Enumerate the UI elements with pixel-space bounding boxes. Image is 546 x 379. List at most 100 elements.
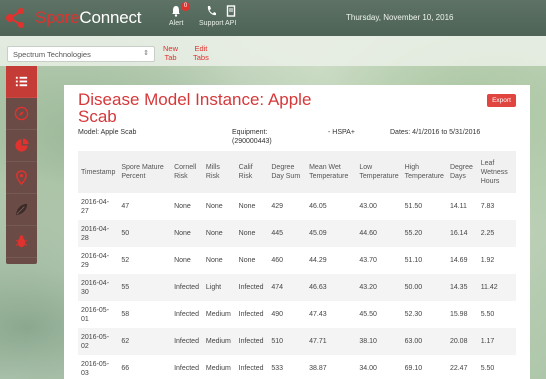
export-button[interactable]: Export	[487, 94, 516, 107]
table-cell: 7.83	[480, 203, 495, 210]
main-panel: Disease Model Instance: Apple Scab Expor…	[64, 85, 530, 379]
table-cell: 14.11	[449, 203, 467, 210]
column-header[interactable]: Spore Mature Percent	[118, 151, 171, 193]
table-cell: None	[238, 230, 256, 237]
table-cell: 46.05	[309, 203, 327, 210]
table-cell: None	[205, 203, 223, 210]
document-icon	[226, 5, 235, 17]
column-header[interactable]: Degree Day Sum	[268, 151, 306, 193]
equipment-id: (290000443)	[232, 138, 272, 145]
table-header-row: Timestamp Spore Mature Percent Cornell R…	[78, 151, 516, 193]
table-cell: 69.10	[404, 365, 423, 372]
leaf-icon	[15, 203, 28, 216]
table-row[interactable]: 2016-04-29 52 None None None 460 44.29 43.70 51.…	[78, 247, 516, 274]
select-caret-icon: ⇕	[143, 50, 149, 57]
sidebar-item-map[interactable]	[6, 162, 37, 194]
table-cell: 490	[271, 311, 284, 318]
table-cell: 52	[121, 257, 130, 264]
table-cell: 43.00	[359, 203, 377, 210]
nav-support-label: Support	[199, 20, 224, 27]
table-cell: 47.43	[309, 311, 327, 318]
table-cell: 50	[121, 230, 130, 237]
table-cell: 58	[121, 311, 130, 318]
table-cell: Medium	[205, 338, 231, 345]
brand-name[interactable]: SporeConnect	[35, 8, 141, 28]
edit-tabs-line2: Tabs	[193, 53, 209, 62]
table-cell: 16.14	[449, 230, 468, 237]
table-row[interactable]: 2016-04-30 55 Infected Light Infected 474 46.6…	[78, 274, 516, 301]
sidebar-item-leaf[interactable]	[6, 194, 37, 226]
table-cell: 62	[121, 338, 130, 345]
table-cell: 63.00	[404, 338, 423, 345]
table-row[interactable]: 2016-05-01 58 Infected Medium Infected 490 47.…	[78, 301, 516, 328]
table-cell: 55.20	[404, 230, 423, 237]
table-cell: 45.50	[359, 311, 377, 318]
table-cell: 2016-05-02	[81, 333, 110, 350]
current-date: Thursday, November 10, 2016	[346, 13, 454, 22]
compass-icon	[14, 106, 29, 121]
new-tab-link[interactable]: New Tab	[163, 44, 178, 62]
table-row[interactable]: 2016-04-28 50 None None None 445 45.09 44.60 55.…	[78, 220, 516, 247]
alert-badge: 0	[181, 2, 190, 11]
left-sidebar	[6, 66, 37, 264]
table-cell: 51.10	[404, 257, 423, 264]
sidebar-item-list[interactable]	[6, 66, 37, 98]
column-header[interactable]: High Temperature	[402, 151, 447, 193]
table-cell: 43.20	[359, 284, 377, 291]
equipment-title: Equipment:	[232, 129, 268, 136]
table-cell: 38.10	[359, 338, 377, 345]
sidebar-item-bug[interactable]	[6, 226, 37, 258]
page-title: Disease Model Instance: Apple Scab	[78, 90, 312, 126]
bug-icon	[15, 235, 28, 248]
column-header[interactable]: Leaf Wetness Hours	[478, 151, 516, 193]
table-cell: 11.42	[480, 284, 498, 291]
table-row[interactable]: 2016-04-27 47 None None None 429 46.05 43.00 51.…	[78, 193, 516, 220]
map-pin-icon	[16, 170, 27, 185]
table-cell: Infected	[174, 365, 199, 372]
nav-alert[interactable]: 0 Alert	[169, 2, 190, 27]
table-cell: None	[205, 257, 223, 264]
column-header[interactable]: Calif Risk	[236, 151, 269, 193]
table-cell: 2.25	[480, 230, 495, 237]
table-cell: 15.98	[449, 311, 468, 318]
table-cell: None	[174, 257, 191, 264]
table-cell: Medium	[205, 365, 231, 372]
nav-support[interactable]: Support	[199, 4, 224, 27]
column-header[interactable]: Mean Wet Temperature	[306, 151, 356, 193]
edit-tabs-link[interactable]: Edit Tabs	[193, 44, 209, 62]
table-cell: 51.50	[404, 203, 423, 210]
nav-api[interactable]: API	[225, 4, 236, 27]
table-cell: Infected	[174, 338, 199, 345]
table-cell: 46.63	[309, 284, 327, 291]
table-cell: None	[238, 203, 256, 210]
table-cell: None	[174, 203, 191, 210]
column-header[interactable]: Low Temperature	[356, 151, 401, 193]
brand-connect: Connect	[79, 8, 142, 27]
table-cell: 55	[121, 284, 130, 291]
table-cell: 34.00	[359, 365, 377, 372]
table-cell: 43.70	[359, 257, 377, 264]
column-header[interactable]: Mills Risk	[203, 151, 236, 193]
equipment-type: - HSPA+	[328, 129, 355, 136]
company-select[interactable]: Spectrum Technologies ⇕	[7, 46, 155, 62]
column-header[interactable]: Timestamp	[78, 151, 118, 193]
equipment-label: Equipment: (290000443)	[232, 128, 272, 146]
column-header[interactable]: Degree Days	[447, 151, 478, 193]
table-cell: 474	[271, 284, 284, 291]
table-cell: 1.17	[480, 338, 495, 345]
table-cell: 47.71	[309, 338, 327, 345]
column-header[interactable]: Cornell Risk	[171, 151, 203, 193]
table-cell: 45.09	[309, 230, 327, 237]
sidebar-item-chart[interactable]	[6, 130, 37, 162]
sidebar-item-compass[interactable]	[6, 98, 37, 130]
table-cell: 2016-04-30	[81, 279, 110, 296]
sub-toolbar: Spectrum Technologies ⇕ New Tab Edit Tab…	[0, 36, 546, 66]
table-cell: 38.87	[309, 365, 327, 372]
table-cell: Infected	[174, 284, 199, 291]
table-cell: 429	[271, 203, 284, 210]
table-cell: 460	[271, 257, 284, 264]
table-row[interactable]: 2016-05-02 62 Infected Medium Infected 510 47.…	[78, 328, 516, 355]
table-row[interactable]: 2016-05-03 66 Infected Medium Infected 533 38.…	[78, 355, 516, 379]
bell-icon	[172, 6, 181, 17]
table-cell: 5.50	[480, 311, 495, 318]
